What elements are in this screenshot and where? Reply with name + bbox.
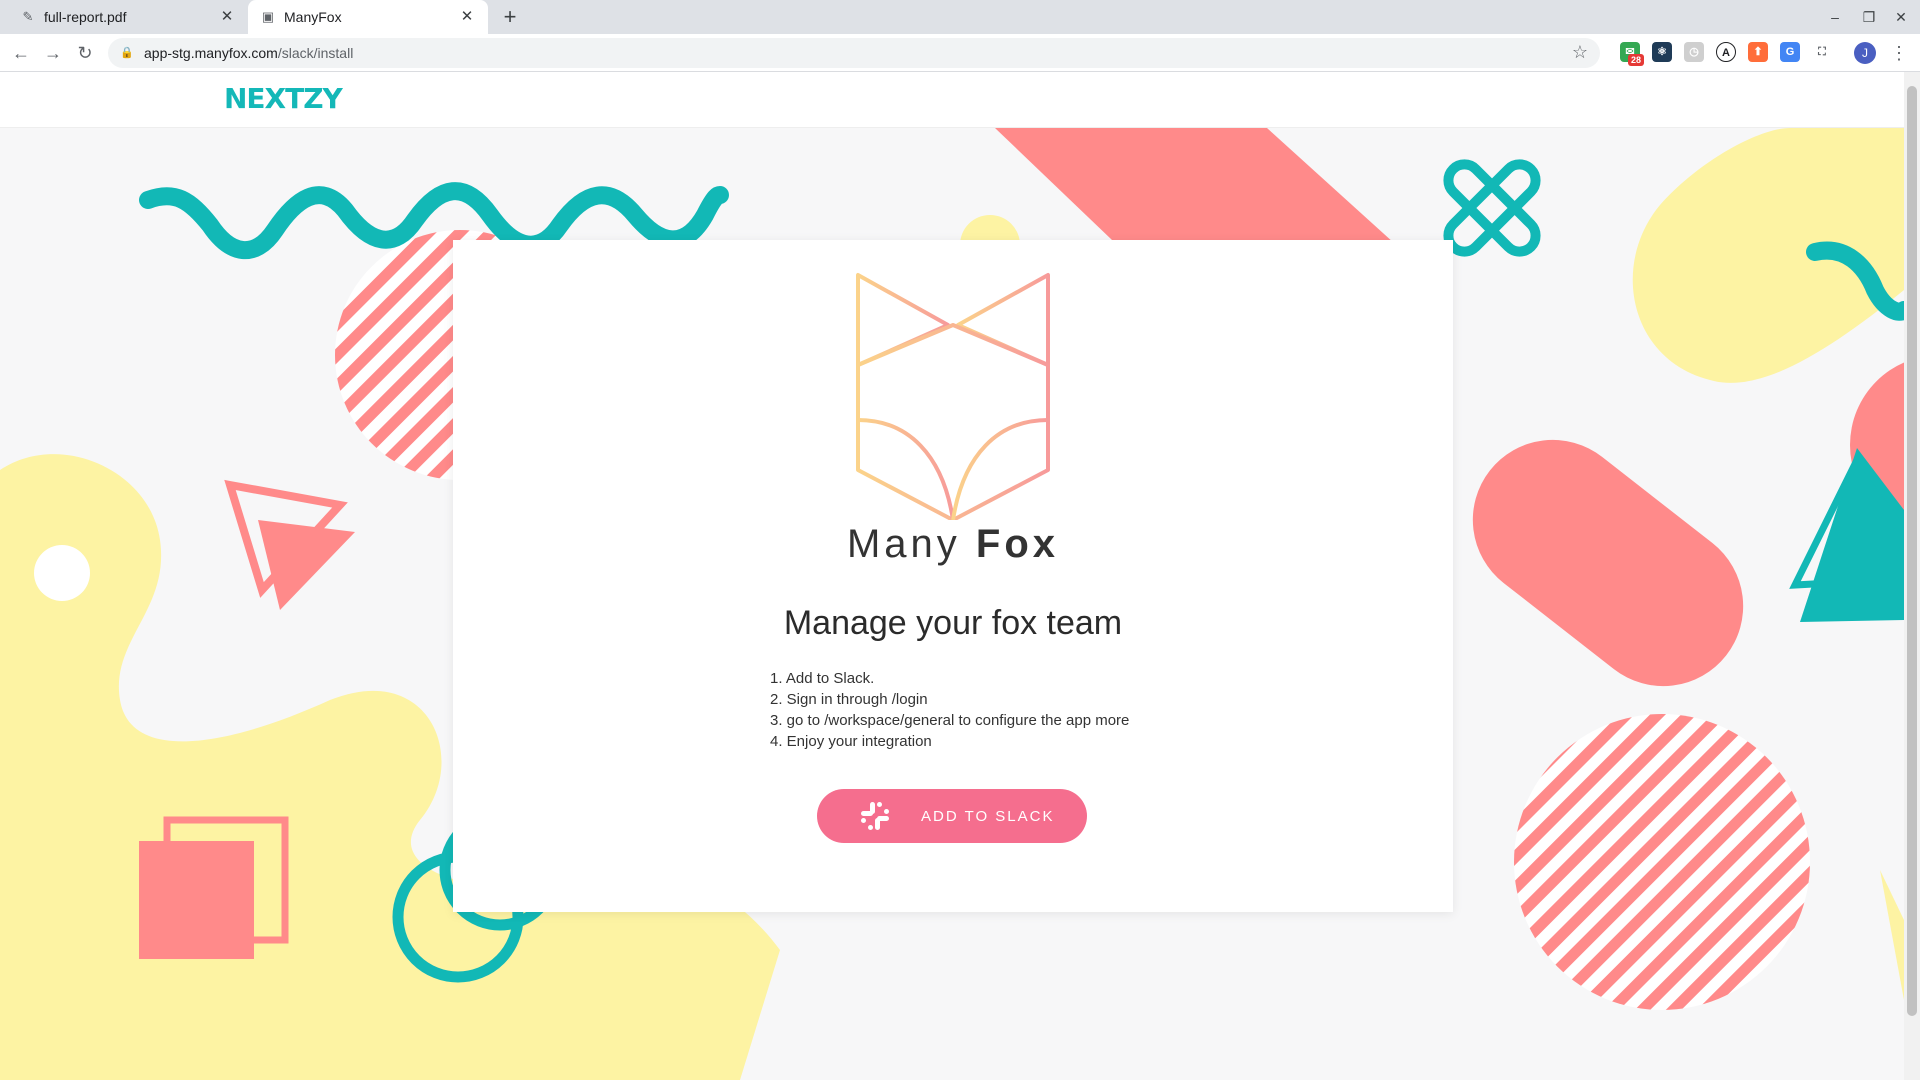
extension-a-icon[interactable]: A xyxy=(1716,42,1736,62)
step-item: 4. Enjoy your integration xyxy=(770,733,932,750)
pdf-pen-icon: ✎ xyxy=(22,9,34,24)
wordmark-light: Many xyxy=(846,522,961,566)
coral-capsule-shape xyxy=(1472,439,1744,687)
install-card: Many Fox Manage your fox team 1. Add to … xyxy=(453,240,1453,912)
tab-title: full-report.pdf xyxy=(44,9,127,25)
step-item: 1. Add to Slack. xyxy=(770,670,875,687)
screenshot-icon[interactable]: ⛶ xyxy=(1812,42,1832,62)
bookmark-star-icon[interactable]: ☆ xyxy=(1572,42,1588,63)
striped-circle-shape-2 xyxy=(1514,714,1810,1010)
add-to-slack-button[interactable]: ADD TO SLACK xyxy=(817,789,1087,843)
page-title: Manage your fox team xyxy=(783,604,1123,642)
restore-button[interactable]: ❐ xyxy=(1854,6,1884,28)
profile-avatar[interactable]: J xyxy=(1854,42,1876,64)
nextzy-logo[interactable]: NEXTZY xyxy=(224,82,343,115)
add-to-slack-label: ADD TO SLACK xyxy=(921,807,1055,825)
slack-icon xyxy=(861,802,889,830)
white-dot-shape xyxy=(34,545,90,601)
extension-react-icon[interactable]: ⚛ xyxy=(1652,42,1672,62)
back-button[interactable]: ← xyxy=(8,40,34,66)
url-host: app-stg.manyfox.com xyxy=(144,45,278,61)
extension-clock-icon[interactable]: ◷ xyxy=(1684,42,1704,62)
yellow-corner-shape xyxy=(1880,870,1904,1000)
extension-app-icon[interactable]: ⬆ xyxy=(1748,42,1768,62)
translate-icon[interactable]: G xyxy=(1780,42,1800,62)
yellow-pill-shape xyxy=(1632,128,1904,383)
forward-button[interactable]: → xyxy=(40,40,66,66)
tab-strip: ✎ full-report.pdf ✕ ▣ ManyFox ✕ + – ❐ ✕ xyxy=(0,0,1920,34)
close-icon[interactable]: ✕ xyxy=(218,8,236,26)
lock-icon: 🔒 xyxy=(120,47,134,59)
close-window-button[interactable]: ✕ xyxy=(1886,6,1916,28)
manyfox-logo-icon xyxy=(856,273,1050,520)
url-path: /slack/install xyxy=(277,45,354,61)
more-menu-icon[interactable]: ⋮ xyxy=(1890,40,1908,66)
coral-square-shape xyxy=(139,841,254,959)
install-steps-list: 1. Add to Slack. 2. Sign in through /log… xyxy=(770,668,1129,752)
address-bar[interactable]: 🔒 app-stg.manyfox.com /slack/install ☆ xyxy=(108,38,1600,68)
monitor-icon: ▣ xyxy=(261,9,275,24)
coral-triangle-shape xyxy=(258,520,355,610)
new-tab-button[interactable]: + xyxy=(497,4,523,30)
tab-title: ManyFox xyxy=(284,9,342,25)
minimize-button[interactable]: – xyxy=(1820,6,1850,28)
manyfox-wordmark: Many Fox xyxy=(453,522,1453,567)
extension-badge: 28 xyxy=(1628,54,1644,66)
page-header: NEXTZY xyxy=(0,72,1904,128)
browser-toolbar: ← → ↻ 🔒 app-stg.manyfox.com /slack/insta… xyxy=(0,34,1920,72)
close-icon[interactable]: ✕ xyxy=(458,8,476,26)
wordmark-bold: Fox xyxy=(975,522,1060,566)
tab-manyfox[interactable]: ▣ ManyFox ✕ xyxy=(248,0,488,34)
tab-full-report[interactable]: ✎ full-report.pdf ✕ xyxy=(8,0,248,34)
page-scrollbar[interactable] xyxy=(1904,72,1920,1080)
step-item: 3. go to /workspace/general to configure… xyxy=(770,712,1130,729)
step-item: 2. Sign in through /login xyxy=(770,691,928,708)
scrollbar-thumb[interactable] xyxy=(1907,86,1917,1016)
reload-button[interactable]: ↻ xyxy=(72,40,98,66)
